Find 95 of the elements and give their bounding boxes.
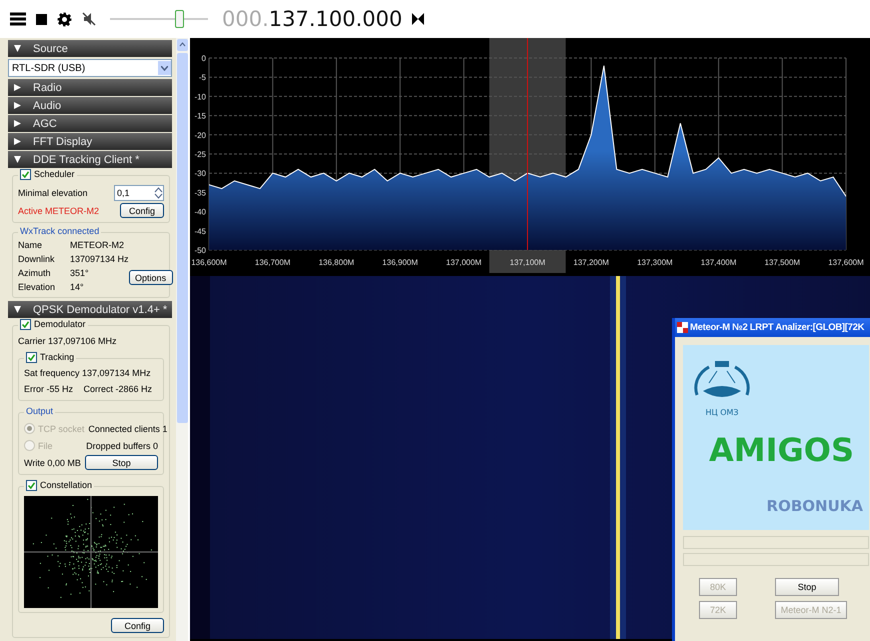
axis-label: -35	[194, 188, 206, 198]
settings-icon[interactable]	[57, 12, 72, 26]
carrier-text: Carrier 137,097106 MHz	[18, 335, 118, 347]
right-triangle-icon	[14, 102, 21, 109]
axis-label: 137,400M	[700, 258, 736, 267]
axis-label: 136,600M	[191, 258, 227, 267]
checkbox-label: Scheduler	[34, 168, 75, 180]
axis-label: -5	[198, 73, 206, 82]
bowtie-icon[interactable]	[412, 13, 424, 25]
axis-label: 137,100M	[510, 258, 546, 267]
write-text: Write 0,00 MB	[24, 456, 81, 468]
checkbox[interactable]	[20, 168, 31, 180]
axis-label: 136,900M	[382, 258, 418, 267]
axis-label: -25	[194, 150, 206, 159]
config-button[interactable]: Config	[111, 618, 164, 633]
section-header[interactable]: Audio	[8, 97, 172, 114]
correct-text: Correct -2866 Hz	[83, 382, 152, 394]
axis-label: -20	[194, 130, 206, 140]
section-header[interactable]: QPSK Demodulator v1.4+ *	[8, 301, 172, 318]
info-value: METEOR-M2	[70, 239, 125, 251]
down-triangle-icon	[14, 156, 21, 163]
axis-label: -50	[194, 246, 206, 255]
down-triangle-icon	[14, 45, 21, 52]
radio-label: TCP socket	[38, 422, 84, 434]
info-label: Azimuth	[18, 267, 52, 279]
logo-subtitle: ROBONUKA	[766, 497, 863, 515]
axis-label: 137,300M	[637, 258, 673, 267]
options-button[interactable]: Options	[128, 270, 173, 285]
axis-label: 137,600M	[828, 258, 864, 267]
frequency-display[interactable]: 000.137.100.000	[222, 7, 402, 31]
section-header[interactable]: FFT Display	[8, 133, 172, 150]
checkbox-label: Demodulator	[34, 318, 86, 330]
section-title: Audio	[33, 100, 62, 112]
menu-icon[interactable]	[10, 12, 26, 26]
muted-speaker-icon[interactable]	[82, 12, 96, 26]
error-text: Error -55 Hz	[24, 382, 74, 394]
checkbox[interactable]	[26, 480, 37, 490]
spin-arrows-icon	[154, 187, 163, 199]
axis-label: 0	[202, 54, 206, 63]
output-stat: Dropped buffers 0	[86, 440, 158, 452]
config-button[interactable]: Config	[120, 203, 164, 218]
axis-label: 136,700M	[254, 258, 290, 267]
info-label: Downlink	[18, 253, 56, 265]
info-value: 351°	[70, 267, 90, 279]
section-title: FFT Display	[33, 136, 92, 148]
spin-field[interactable]: 0,1	[114, 185, 164, 201]
app-icon	[677, 322, 688, 333]
section-title: QPSK Demodulator v1.4+ *	[33, 304, 168, 316]
sat-frequency-text: Sat frequency 137,097134 MHz	[24, 367, 152, 379]
radio-label: File	[38, 440, 53, 452]
right-triangle-icon	[14, 120, 21, 127]
axis-label: -10	[194, 92, 206, 102]
scrollbar[interactable]	[176, 38, 188, 641]
stop-button[interactable]: Stop	[85, 455, 158, 470]
info-value: 14°	[70, 281, 85, 293]
section-title: Radio	[33, 82, 62, 94]
section-header[interactable]: AGC	[8, 115, 172, 132]
info-label: Elevation	[18, 281, 56, 293]
right-triangle-icon	[14, 84, 21, 91]
section-header[interactable]: Radio	[8, 79, 172, 96]
axis-label: 137,000M	[446, 258, 482, 267]
checkbox-label: Tracking	[40, 351, 74, 363]
section-title: Source	[33, 42, 68, 54]
section-title: AGC	[33, 118, 57, 130]
down-triangle-icon	[14, 306, 21, 313]
slider-thumb[interactable]	[174, 10, 184, 28]
window-title-bar[interactable]: Meteor-M №2 LRPT Analizer:[GLOB][72K	[675, 318, 870, 337]
status-text: Active METEOR-M2	[18, 204, 100, 216]
field-label: Minimal elevation	[18, 187, 88, 199]
satellite-logo-drawing: НЦ ОМЗ	[689, 355, 755, 421]
checkbox-label: Constellation	[40, 479, 92, 491]
section-title: DDE Tracking Client *	[33, 154, 140, 166]
checkbox[interactable]	[26, 352, 37, 362]
scrollbar-thumb[interactable]	[176, 53, 188, 423]
axis-label: 136,800M	[318, 258, 354, 267]
axis-label: -40	[194, 208, 206, 217]
axis-label: -45	[194, 226, 206, 236]
group-title: Output	[26, 405, 54, 417]
group-title: WxTrack connected	[20, 225, 100, 237]
scroll-up-icon[interactable]	[176, 39, 188, 51]
section-header[interactable]: DDE Tracking Client *	[8, 151, 172, 168]
stop-icon[interactable]	[36, 14, 47, 24]
window-button[interactable]: Stop	[775, 578, 839, 596]
right-triangle-icon	[14, 138, 21, 145]
logo-title: AMIGOS	[709, 431, 856, 469]
axis-label: 137,500M	[764, 258, 800, 267]
checkbox[interactable]	[20, 318, 31, 330]
output-stat: Connected clients 1	[88, 422, 168, 434]
section-header[interactable]: Source	[8, 40, 172, 57]
axis-label: -30	[194, 169, 206, 178]
info-value: 137097134 Hz	[70, 253, 129, 265]
axis-label: 137,200M	[573, 258, 609, 267]
device-dropdown[interactable]: RTL-SDR (USB)	[8, 59, 172, 77]
axis-label: -15	[194, 112, 206, 121]
info-label: Name	[18, 239, 44, 251]
